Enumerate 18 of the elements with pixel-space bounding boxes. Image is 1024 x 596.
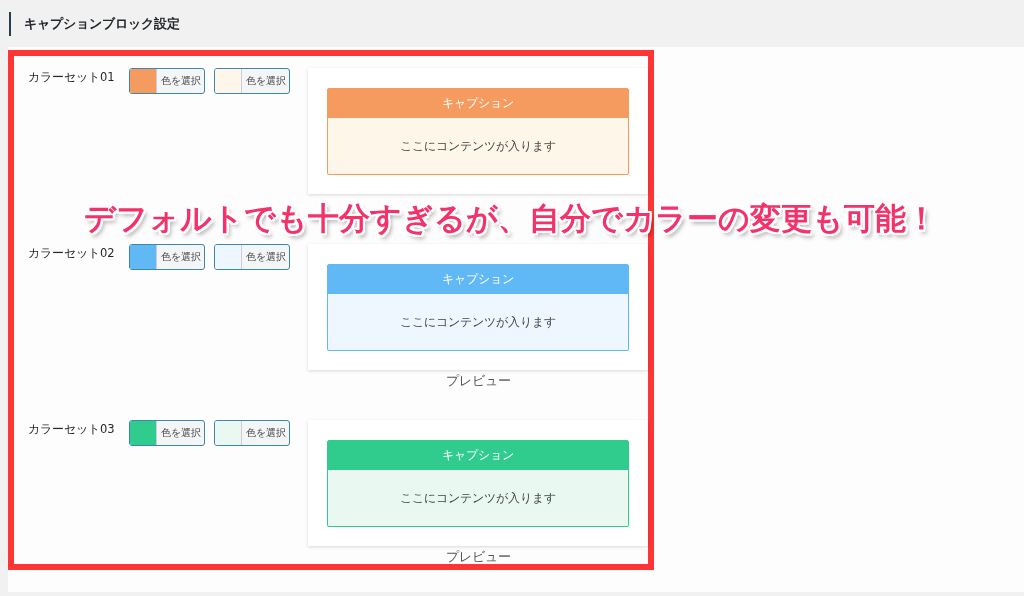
page-title: キャプションブロック設定 [9, 11, 180, 36]
caption-content: ここにコンテンツが入ります [399, 138, 557, 155]
color-set-label: カラーセット01 [28, 69, 116, 85]
color-set-label: カラーセット03 [28, 421, 116, 437]
color-picker-button[interactable]: 色を選択 [129, 420, 206, 446]
caption-header: キャプション [328, 265, 628, 294]
preview-label: プレビュー [445, 549, 511, 564]
caption-header: キャプション [328, 441, 628, 470]
color-picker-button[interactable]: 色を選択 [129, 244, 206, 270]
color-set-label: カラーセット02 [28, 245, 116, 261]
color-picker-button[interactable]: 色を選択 [214, 244, 291, 270]
color-picker-button[interactable]: 色を選択 [214, 420, 291, 446]
caption-content: ここにコンテンツが入ります [399, 314, 557, 331]
color-picker-button[interactable]: 色を選択 [129, 68, 206, 94]
caption-content: ここにコンテンツが入ります [399, 490, 557, 507]
preview-label: プレビュー [445, 373, 511, 388]
color-picker-button[interactable]: 色を選択 [214, 68, 291, 94]
caption-header: キャプション [328, 89, 628, 118]
